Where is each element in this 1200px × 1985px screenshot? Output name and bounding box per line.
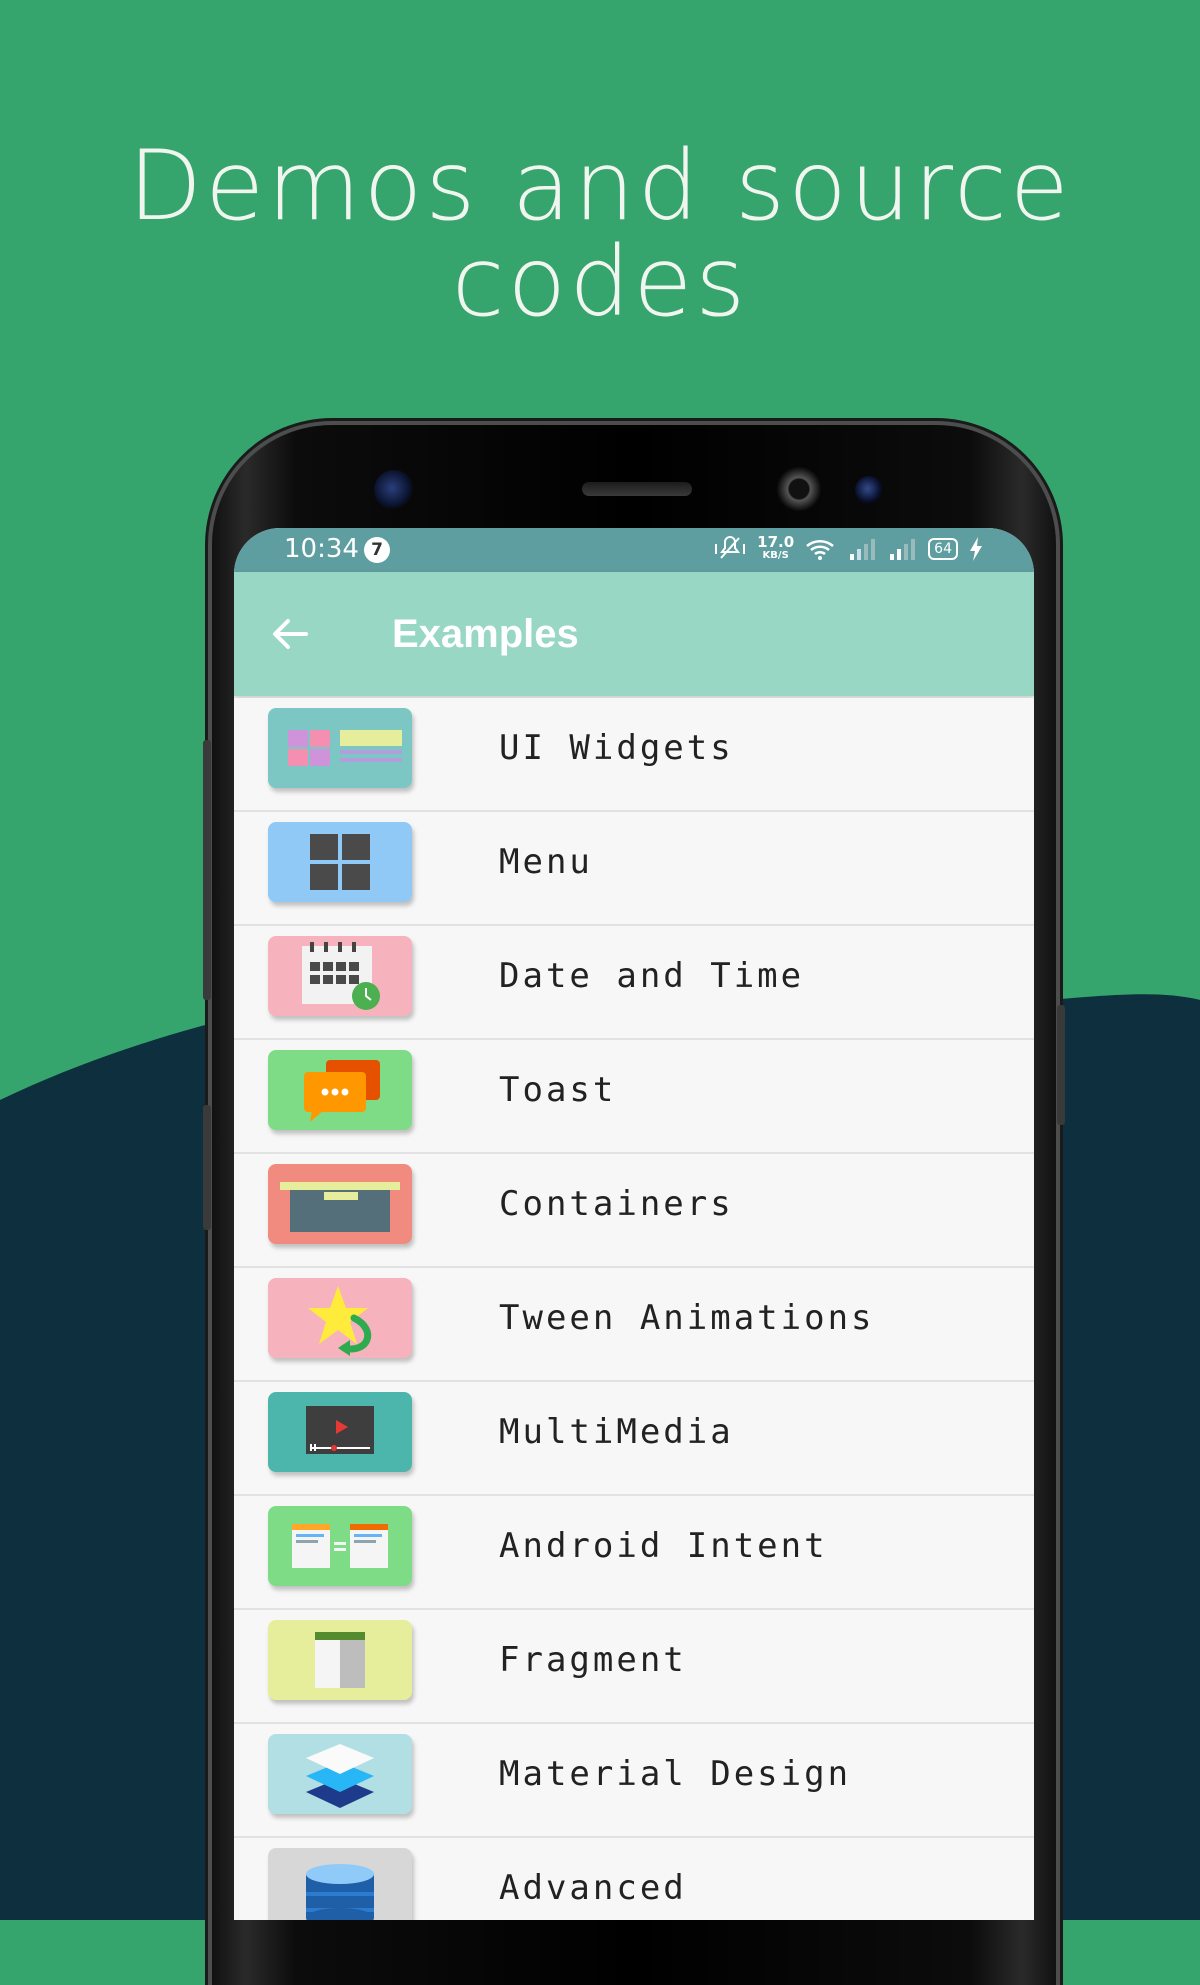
notification-count-badge: 7 [364,537,390,563]
signal-icon [890,539,916,560]
list-item-label: Android Intent [499,1526,828,1566]
ui-widgets-icon [288,730,402,766]
tile-fragment [268,1620,412,1700]
list-item-multimedia[interactable]: MultiMedia [234,1382,1034,1496]
tile-ui-widgets [268,708,412,788]
list-item-label: Containers [499,1184,734,1224]
tile-toast [268,1050,412,1130]
list-item-menu[interactable]: Menu [234,812,1034,926]
headline-line-1: Demos and source [128,130,1072,242]
wifi-icon [806,539,834,560]
list-item-label: Fragment [499,1640,687,1680]
tile-date-and-time [268,936,412,1016]
phone-bixby-button [203,1105,211,1230]
list-item-toast[interactable]: Toast [234,1040,1034,1154]
menu-grid-icon [310,834,370,890]
database-icon [306,1864,374,1920]
phone-front-camera-icon [374,470,414,510]
fragment-layout-icon [315,1632,365,1688]
star-rotate-icon [308,1286,372,1356]
arrow-left-icon[interactable] [268,612,312,656]
net-speed: 17.0 KB/S [757,535,794,563]
list-item-fragment[interactable]: Fragment [234,1610,1034,1724]
status-time: 10:34 [284,534,359,564]
app-bar: Examples [234,572,1034,696]
tile-multimedia [268,1392,412,1472]
status-icons: 17.0 KB/S 64 [713,534,984,564]
list-item-label: UI Widgets [499,728,734,768]
phone-proximity-sensor-icon [855,476,883,504]
promo-headline: Demos and source codes [0,138,1200,330]
net-speed-value: 17.0 [757,533,795,551]
tile-advanced [268,1848,412,1920]
video-player-icon [306,1406,374,1454]
list-item-android-intent[interactable]: Android Intent [234,1496,1034,1610]
list-item-label: Tween Animations [499,1298,875,1338]
list-item-date-and-time[interactable]: Date and Time [234,926,1034,1040]
signal-icon [850,539,876,560]
headline-line-2: codes [451,226,749,338]
status-bar: 10:34 7 17.0 KB/S 64 [234,528,1034,572]
list-item-material-design[interactable]: Material Design [234,1724,1034,1838]
tile-menu [268,822,412,902]
list-item-label: Advanced [499,1868,687,1908]
tile-tween-animations [268,1278,412,1358]
list-item-advanced[interactable]: Advanced [234,1838,1034,1920]
battery-icon: 64 [928,538,958,560]
phone-speaker [582,482,692,496]
examples-list: UI Widgets Menu Date and Time Toast Cont… [234,698,1034,1920]
phone-iris-sensor-icon [776,466,822,512]
list-item-label: Date and Time [499,956,805,996]
list-item-label: Material Design [499,1754,852,1794]
layers-icon [306,1744,374,1808]
chat-bubbles-icon [304,1060,380,1122]
list-item-ui-widgets[interactable]: UI Widgets [234,698,1034,812]
calendar-clock-icon [302,942,380,1010]
phone-volume-button [203,740,211,1000]
intent-screens-icon [292,1524,388,1568]
list-item-containers[interactable]: Containers [234,1154,1034,1268]
list-item-label: Toast [499,1070,617,1110]
list-item-label: Menu [499,842,593,882]
container-box-icon [280,1182,400,1232]
tile-material-design [268,1734,412,1814]
charging-icon [970,537,982,561]
list-item-tween-animations[interactable]: Tween Animations [234,1268,1034,1382]
list-item-label: MultiMedia [499,1412,734,1452]
phone-screen: 10:34 7 17.0 KB/S 64 Examples UI Widgets… [234,528,1034,1920]
app-bar-title: Examples [392,612,579,656]
tile-containers [268,1164,412,1244]
tile-android-intent [268,1506,412,1586]
mute-vibrate-icon [715,536,746,559]
phone-power-button [1057,1005,1065,1125]
net-speed-unit: KB/S [762,550,789,561]
